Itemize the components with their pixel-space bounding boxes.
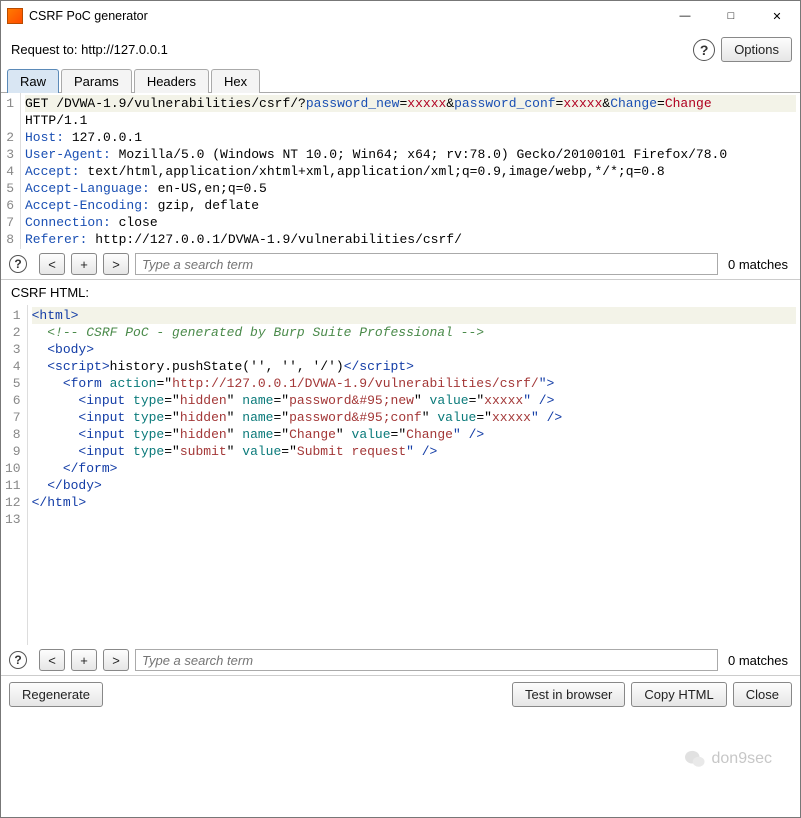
window-controls: — □ ✕ [662, 1, 800, 31]
search-input[interactable] [135, 649, 718, 671]
search-add-button[interactable]: + [71, 649, 97, 671]
app-icon [7, 8, 23, 24]
help-icon[interactable]: ? [693, 39, 715, 61]
search-next-button[interactable]: > [103, 649, 129, 671]
search-prev-button[interactable]: < [39, 253, 65, 275]
tab-params[interactable]: Params [61, 69, 132, 93]
csrf-html-editor[interactable]: 12345678910111213 <html> <!-- CSRF PoC -… [1, 305, 800, 645]
request-bar: Request to: http://127.0.0.1 ? Options [1, 31, 800, 68]
request-tabs: Raw Params Headers Hex [1, 68, 800, 93]
csrf-code[interactable]: <html> <!-- CSRF PoC - generated by Burp… [28, 305, 800, 645]
titlebar: CSRF PoC generator — □ ✕ [1, 1, 800, 31]
watermark: don9sec [684, 749, 773, 769]
request-to-label: Request to: http://127.0.0.1 [11, 42, 687, 57]
search-matches-label: 0 matches [724, 257, 792, 272]
request-gutter: 1 23456789 [1, 93, 21, 249]
tab-raw[interactable]: Raw [7, 69, 59, 93]
search-next-button[interactable]: > [103, 253, 129, 275]
tab-hex[interactable]: Hex [211, 69, 260, 93]
search-matches-label: 0 matches [724, 653, 792, 668]
help-icon[interactable]: ? [9, 255, 27, 273]
search-add-button[interactable]: + [71, 253, 97, 275]
request-editor[interactable]: 1 23456789 GET /DVWA-1.9/vulnerabilities… [1, 93, 800, 249]
wechat-icon [684, 749, 706, 769]
tab-headers[interactable]: Headers [134, 69, 209, 93]
watermark-text: don9sec [712, 750, 773, 768]
close-button[interactable]: Close [733, 682, 792, 707]
search-bar-request: ? < + > 0 matches [1, 249, 800, 279]
regenerate-button[interactable]: Regenerate [9, 682, 103, 707]
request-code[interactable]: GET /DVWA-1.9/vulnerabilities/csrf/?pass… [21, 93, 800, 249]
copy-html-button[interactable]: Copy HTML [631, 682, 726, 707]
search-bar-csrf: ? < + > 0 matches [1, 645, 800, 675]
search-input[interactable] [135, 253, 718, 275]
csrf-html-label: CSRF HTML: [1, 280, 800, 305]
search-prev-button[interactable]: < [39, 649, 65, 671]
minimize-button[interactable]: — [662, 1, 708, 31]
help-icon[interactable]: ? [9, 651, 27, 669]
options-button[interactable]: Options [721, 37, 792, 62]
test-in-browser-button[interactable]: Test in browser [512, 682, 625, 707]
csrf-gutter: 12345678910111213 [1, 305, 28, 645]
window-title: CSRF PoC generator [29, 9, 662, 23]
close-window-button[interactable]: ✕ [754, 1, 800, 31]
maximize-button[interactable]: □ [708, 1, 754, 31]
bottom-button-bar: Regenerate Test in browser Copy HTML Clo… [1, 676, 800, 715]
